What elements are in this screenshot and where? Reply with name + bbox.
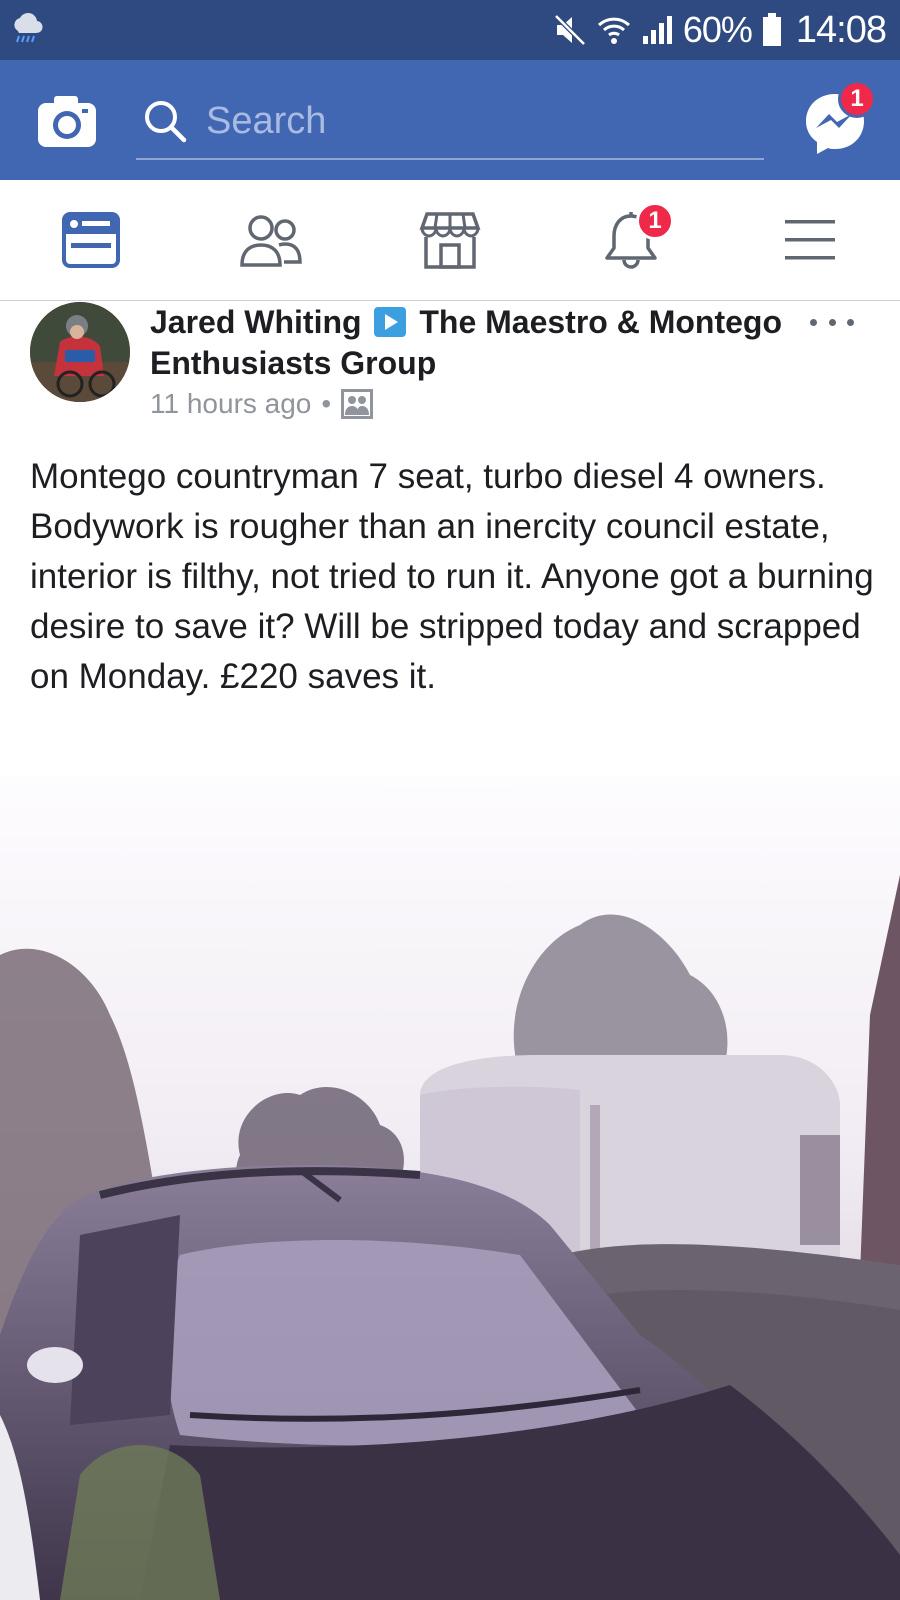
camera-icon <box>38 96 96 147</box>
tab-menu[interactable] <box>775 208 845 272</box>
news-feed-icon <box>62 212 120 268</box>
post-options-button[interactable] <box>810 314 854 330</box>
meta-separator: • <box>321 388 332 419</box>
post-body-text: Montego countryman 7 seat, turbo diesel … <box>30 457 874 696</box>
notifications-badge: 1 <box>636 202 674 240</box>
status-bar: 60% 14:08 <box>0 0 900 60</box>
search-input[interactable] <box>206 99 726 143</box>
wifi-icon <box>597 13 631 47</box>
hamburger-menu-icon <box>785 220 835 260</box>
mute-icon <box>553 13 587 47</box>
more-dots-icon <box>810 318 817 326</box>
photo-content <box>0 775 900 1600</box>
battery-icon <box>762 13 782 47</box>
shared-to-arrow-icon <box>374 307 407 337</box>
messenger-badge: 1 <box>838 80 876 118</box>
group-icon <box>341 389 374 419</box>
top-header: 1 <box>0 60 900 180</box>
author-name[interactable]: Jared Whiting <box>150 304 362 340</box>
friends-icon <box>240 215 302 267</box>
tab-friends[interactable] <box>236 208 306 272</box>
battery-percentage: 60% <box>682 9 753 50</box>
search-icon <box>145 101 187 143</box>
clock: 14:08 <box>795 8 887 51</box>
post-author-line: Jared Whiting The Maestro & Montego Enth… <box>150 302 790 384</box>
marketplace-icon <box>419 212 481 269</box>
post-meta: 11 hours ago • <box>150 388 374 420</box>
tab-news-feed[interactable] <box>56 208 126 272</box>
tab-marketplace[interactable] <box>415 208 485 272</box>
rain-cloud-icon <box>10 12 44 48</box>
camera-button[interactable] <box>36 93 100 149</box>
tab-bar: 1 <box>0 180 900 301</box>
search-bar[interactable] <box>136 84 764 160</box>
post-photo[interactable] <box>0 775 900 1600</box>
signal-icon <box>641 14 673 46</box>
post-timestamp[interactable]: 11 hours ago <box>150 388 311 420</box>
author-avatar[interactable] <box>30 302 130 402</box>
